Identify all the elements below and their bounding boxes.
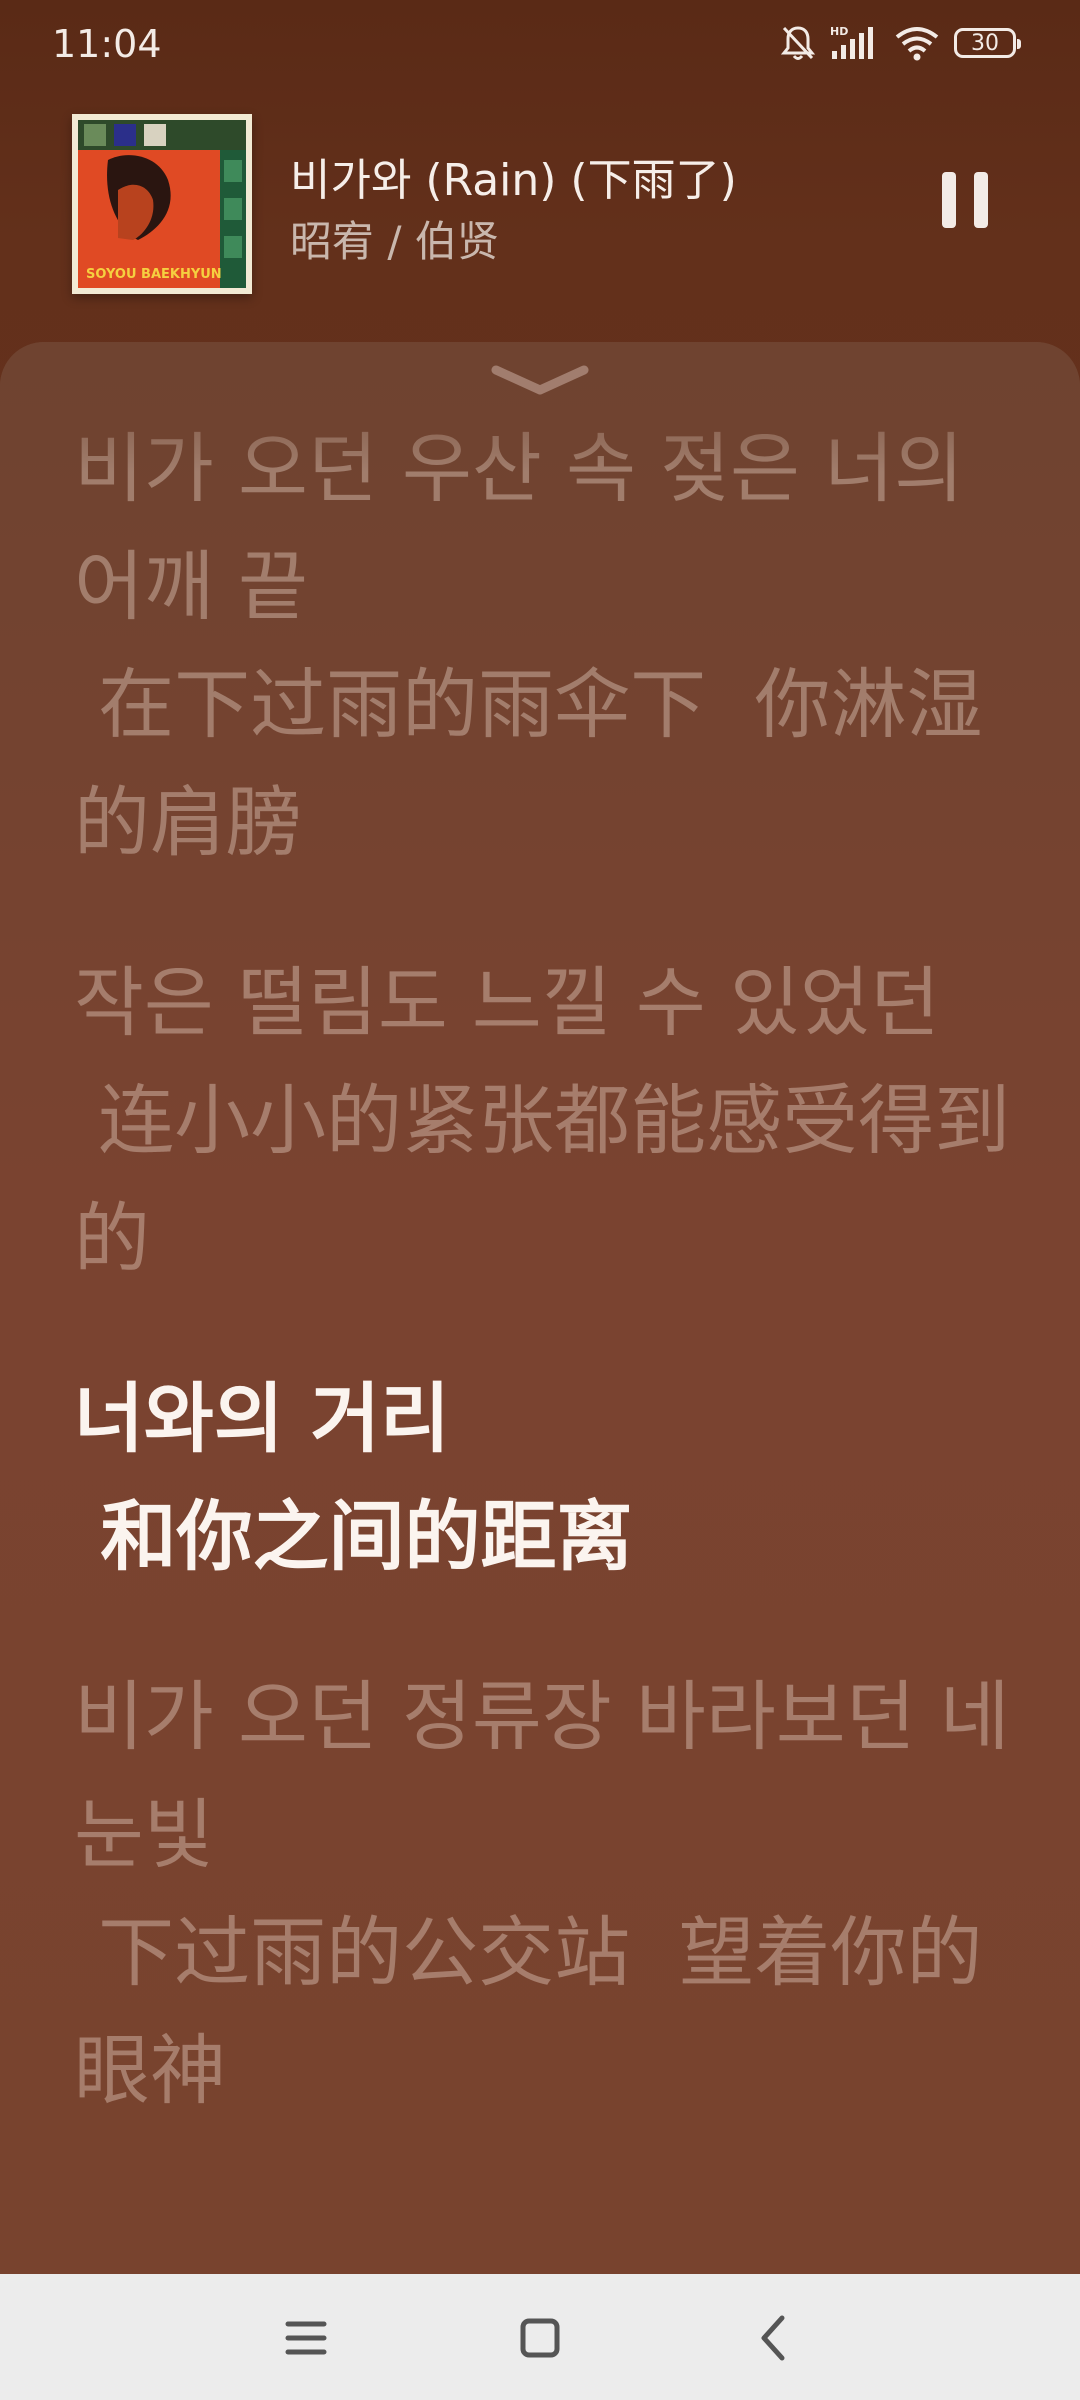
bell-off-icon (780, 24, 816, 62)
lyric-original-active: 너와의 거리 (74, 1374, 451, 1463)
back-icon[interactable] (744, 2308, 804, 2368)
battery-level: 30 (971, 30, 999, 56)
lyric-translation-active: 和你之间的距离 (74, 1492, 633, 1581)
lyrics-panel[interactable]: 비가 오던 우산 속 젖은 너의 어깨 끝 在下过雨的雨伞下 你淋湿的肩膀 작은… (0, 342, 1080, 2274)
wifi-icon (894, 25, 940, 61)
album-cover-icon[interactable]: SOYOU BAEKHYUN (72, 114, 252, 294)
lyric-block[interactable]: 비가 오던 우산 속 젖은 너의 어깨 끝 在下过雨的雨伞下 你淋湿的肩膀 (74, 410, 1014, 882)
lyric-translation: 下过雨的公交站 望着你的眼神 (74, 1908, 983, 2115)
lyric-block[interactable]: 작은 떨림도 느낄 수 있었던 连小小的紧张都能感受得到的 (74, 944, 1014, 1298)
home-icon[interactable] (510, 2308, 570, 2368)
now-playing-bar[interactable]: SOYOU BAEKHYUN 비가와 (Rain) (下雨了) 昭宥 / 伯贤 (0, 96, 1080, 316)
lyric-original: 비가 오던 우산 속 젖은 너의 어깨 끝 (74, 424, 989, 631)
song-title: 비가와 (Rain) (下雨了) (290, 155, 737, 206)
lyric-translation: 在下过雨的雨伞下 你淋湿的肩膀 (74, 660, 983, 867)
lyrics-scroll[interactable]: 비가 오던 우산 속 젖은 너의 어깨 끝 在下过雨的雨伞下 你淋湿的肩膀 작은… (74, 410, 1014, 2192)
svg-text:SOYOU BAEKHYUN: SOYOU BAEKHYUN (86, 267, 222, 282)
chevron-down-icon[interactable] (490, 362, 590, 402)
status-bar: 11:04 HD 30 (0, 0, 1080, 92)
battery-icon: 30 (954, 28, 1021, 58)
lyric-block[interactable]: 비가 오던 정류장 바라보던 네 눈빛 下过雨的公交站 望着你的眼神 (74, 1658, 1014, 2130)
svg-text:HD: HD (830, 25, 848, 38)
status-time: 11:04 (52, 22, 162, 66)
pause-icon (942, 172, 956, 228)
status-icons: HD 30 (780, 24, 1021, 62)
pause-button[interactable] (940, 172, 992, 232)
lyric-translation: 连小小的紧张都能感受得到的 (74, 1076, 1011, 1283)
lyric-block-active[interactable]: 너와의 거리 和你之间的距离 (74, 1360, 1014, 1596)
lyric-original: 작은 떨림도 느낄 수 있었던 (74, 958, 940, 1047)
menu-icon[interactable] (276, 2308, 336, 2368)
hd-signal-icon: HD (830, 25, 880, 61)
lyric-original: 비가 오던 정류장 바라보던 네 눈빛 (74, 1672, 1034, 1879)
song-artist: 昭宥 / 伯贤 (290, 217, 499, 266)
navigation-bar (0, 2274, 1080, 2400)
